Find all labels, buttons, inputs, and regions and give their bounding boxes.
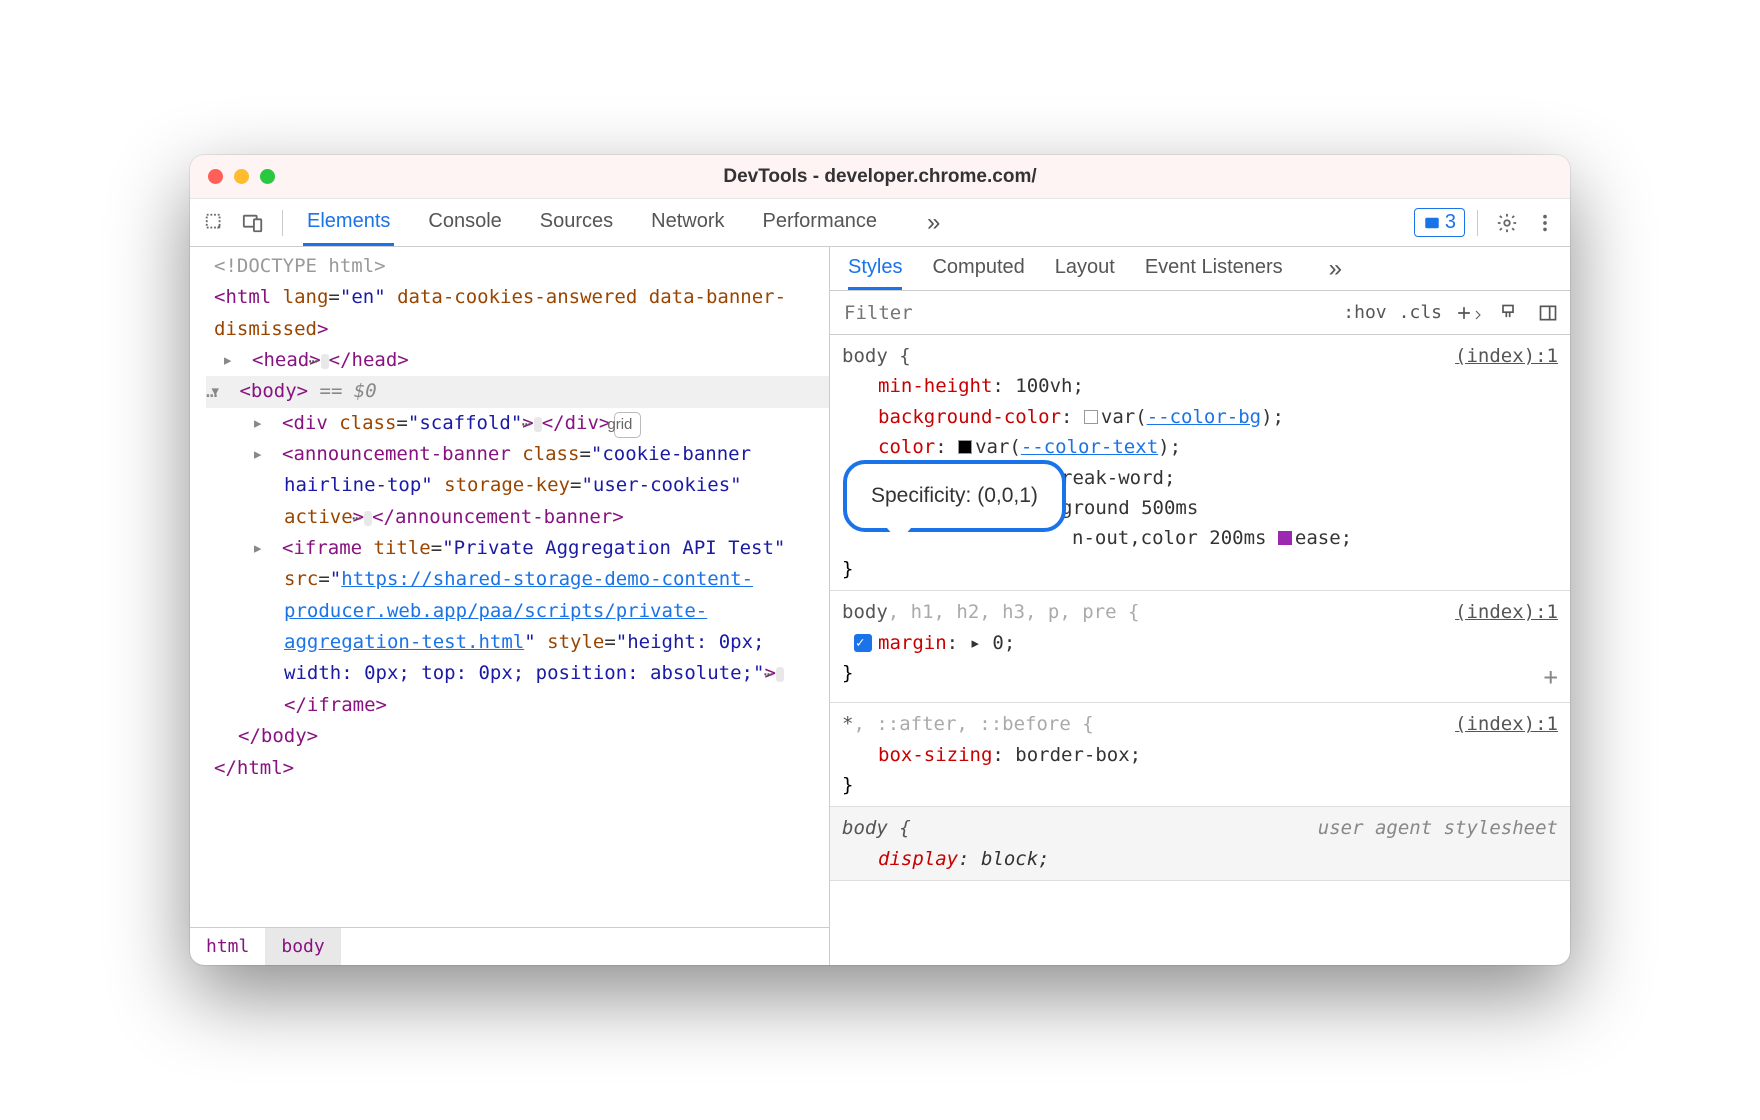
panel-icon[interactable]: [1534, 299, 1562, 327]
styles-pane: Styles Computed Layout Event Listeners »…: [830, 247, 1570, 965]
kebab-icon[interactable]: [1528, 206, 1562, 240]
panes: <!DOCTYPE html> <html lang="en" data-coo…: [190, 247, 1570, 965]
css-rule: (index):1 body, h1, h2, h3, p, pre { mar…: [830, 591, 1570, 703]
subtab-layout[interactable]: Layout: [1055, 247, 1115, 290]
traffic-lights: [208, 169, 275, 184]
doctype: <!DOCTYPE html>: [214, 255, 386, 277]
crumb-body[interactable]: body: [265, 928, 340, 965]
issues-badge[interactable]: 3: [1414, 208, 1465, 237]
filter-input[interactable]: [830, 291, 1331, 334]
brush-icon[interactable]: [1494, 299, 1522, 327]
css-rule-ua: user agent stylesheet body { display: bl…: [830, 807, 1570, 881]
elements-pane: <!DOCTYPE html> <html lang="en" data-coo…: [190, 247, 830, 965]
add-property-icon[interactable]: +: [1544, 658, 1558, 696]
css-rule: (index):1 *, ::after, ::before { box-siz…: [830, 703, 1570, 807]
new-rule-icon[interactable]: [1454, 299, 1482, 327]
more-subtabs-icon[interactable]: »: [1329, 255, 1342, 283]
filter-row: :hov .cls: [830, 291, 1570, 335]
titlebar: DevTools - developer.chrome.com/: [190, 155, 1570, 199]
dom-tree[interactable]: <!DOCTYPE html> <html lang="en" data-coo…: [190, 247, 829, 927]
subtab-listeners[interactable]: Event Listeners: [1145, 247, 1283, 290]
subtab-computed[interactable]: Computed: [932, 247, 1024, 290]
tooltip-text: Specificity: (0,0,1): [871, 484, 1038, 507]
cls-toggle[interactable]: .cls: [1399, 302, 1442, 323]
inspect-icon[interactable]: [198, 206, 232, 240]
device-mode-icon[interactable]: [236, 206, 270, 240]
tab-sources[interactable]: Sources: [536, 199, 617, 246]
breadcrumbs: html body: [190, 927, 829, 965]
source-link[interactable]: (index):1: [1455, 597, 1558, 627]
grid-badge[interactable]: grid: [614, 412, 641, 439]
main-toolbar: Elements Console Sources Network Perform…: [190, 199, 1570, 247]
tab-network[interactable]: Network: [647, 199, 728, 246]
maximize-button[interactable]: [260, 169, 275, 184]
property-checkbox[interactable]: [854, 634, 872, 652]
tab-console[interactable]: Console: [424, 199, 505, 246]
source-link[interactable]: (index):1: [1455, 341, 1558, 371]
window-title: DevTools - developer.chrome.com/: [723, 166, 1036, 188]
specificity-tooltip: Specificity: (0,0,1): [843, 460, 1066, 532]
color-swatch[interactable]: [1084, 410, 1098, 424]
crumb-html[interactable]: html: [190, 928, 265, 965]
tab-performance[interactable]: Performance: [759, 199, 882, 246]
ua-label: user agent stylesheet: [1318, 813, 1558, 843]
devtools-window: DevTools - developer.chrome.com/ Element…: [190, 155, 1570, 965]
divider: [1477, 210, 1478, 236]
hov-toggle[interactable]: :hov: [1343, 302, 1386, 323]
minimize-button[interactable]: [234, 169, 249, 184]
selected-node[interactable]: ▾<body> == $0: [206, 376, 829, 407]
close-button[interactable]: [208, 169, 223, 184]
easing-swatch[interactable]: [1278, 531, 1292, 545]
issues-count: 3: [1445, 211, 1456, 234]
styles-tabs: Styles Computed Layout Event Listeners »: [830, 247, 1570, 291]
more-tabs-icon[interactable]: »: [927, 209, 940, 237]
gear-icon[interactable]: [1490, 206, 1524, 240]
source-link[interactable]: (index):1: [1455, 709, 1558, 739]
tab-elements[interactable]: Elements: [303, 199, 394, 246]
color-swatch[interactable]: [958, 440, 972, 454]
divider: [282, 210, 283, 236]
styles-list[interactable]: (index):1 body { min-height: 100vh; back…: [830, 335, 1570, 965]
subtab-styles[interactable]: Styles: [848, 247, 902, 290]
panel-tabs: Elements Console Sources Network Perform…: [303, 199, 940, 246]
